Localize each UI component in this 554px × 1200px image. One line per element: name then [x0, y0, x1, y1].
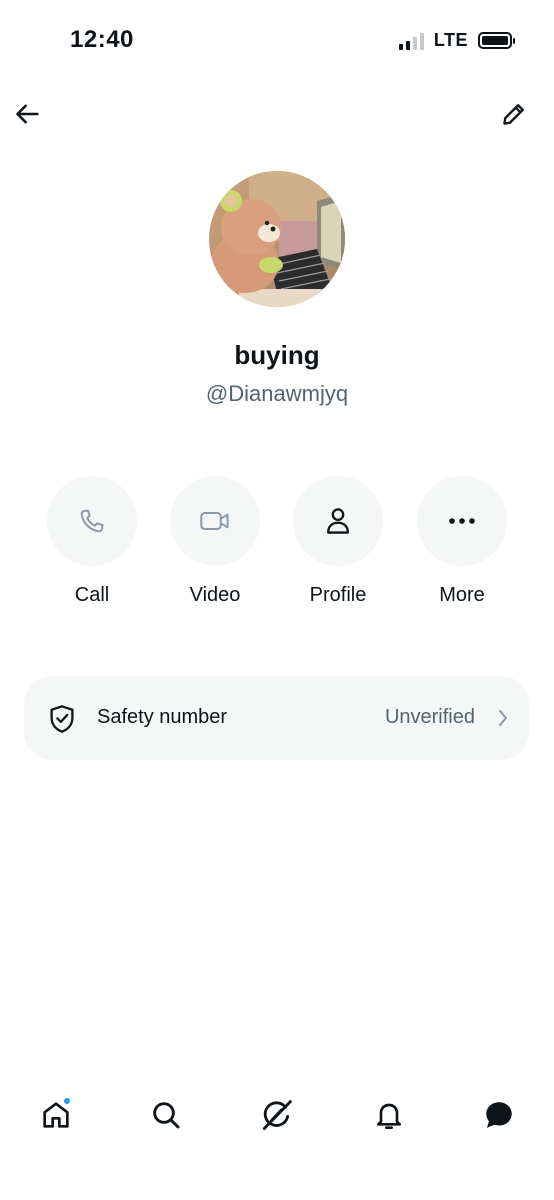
back-button[interactable]	[6, 92, 50, 136]
video-button-circle[interactable]	[170, 476, 260, 566]
chevron-right-icon	[499, 710, 507, 726]
bell-icon	[377, 1103, 401, 1129]
cellular-signal-icon	[398, 32, 424, 50]
video-label: Video	[189, 584, 241, 606]
grok-icon	[262, 1100, 292, 1130]
call-label: Call	[74, 584, 110, 606]
avatar-image	[209, 171, 345, 307]
call-button-circle[interactable]	[47, 476, 137, 566]
profile-button-circle[interactable]	[293, 476, 383, 566]
tab-search[interactable]	[141, 1090, 191, 1140]
phone-icon	[80, 509, 104, 533]
tab-home[interactable]	[31, 1090, 81, 1140]
network-type: LTE	[433, 30, 468, 50]
profile-label: Profile	[309, 584, 367, 606]
status-time: 12:40	[70, 26, 134, 53]
safety-number-status: Unverified	[384, 706, 475, 728]
avatar[interactable]	[209, 171, 345, 307]
search-icon	[153, 1102, 180, 1129]
video-camera-icon	[200, 512, 229, 530]
video-button[interactable]: Video	[160, 476, 270, 607]
tab-notifications[interactable]	[364, 1090, 414, 1140]
safety-number-label: Safety number	[97, 706, 228, 728]
tab-grok[interactable]	[252, 1090, 302, 1140]
messages-icon	[486, 1102, 512, 1128]
more-button-circle[interactable]	[417, 476, 507, 566]
more-label: More	[439, 584, 485, 606]
profile-button[interactable]: Profile	[283, 476, 393, 607]
safety-number-row[interactable]: Safety number Unverified	[24, 676, 529, 760]
status-bar: 12:40 LTE	[0, 0, 554, 84]
more-button[interactable]: More	[407, 476, 517, 607]
arrow-left-icon	[16, 104, 39, 124]
pencil-icon	[503, 104, 524, 125]
edit-button[interactable]	[492, 92, 536, 136]
status-indicators: LTE	[398, 30, 515, 51]
dm-conversation-info-screen: 12:40 LTE buying @Dianawmjyq Call Video …	[0, 0, 554, 1200]
display-name: buying	[234, 340, 320, 370]
person-icon	[327, 508, 349, 534]
shield-check-icon	[50, 705, 74, 733]
tab-messages[interactable]	[474, 1090, 524, 1140]
notification-dot	[62, 1096, 72, 1106]
bottom-tab-bar	[0, 1080, 554, 1152]
username-handle: @Dianawmjyq	[205, 381, 349, 406]
more-dots-icon	[449, 518, 475, 524]
call-button[interactable]: Call	[37, 476, 147, 607]
battery-icon	[478, 32, 515, 49]
